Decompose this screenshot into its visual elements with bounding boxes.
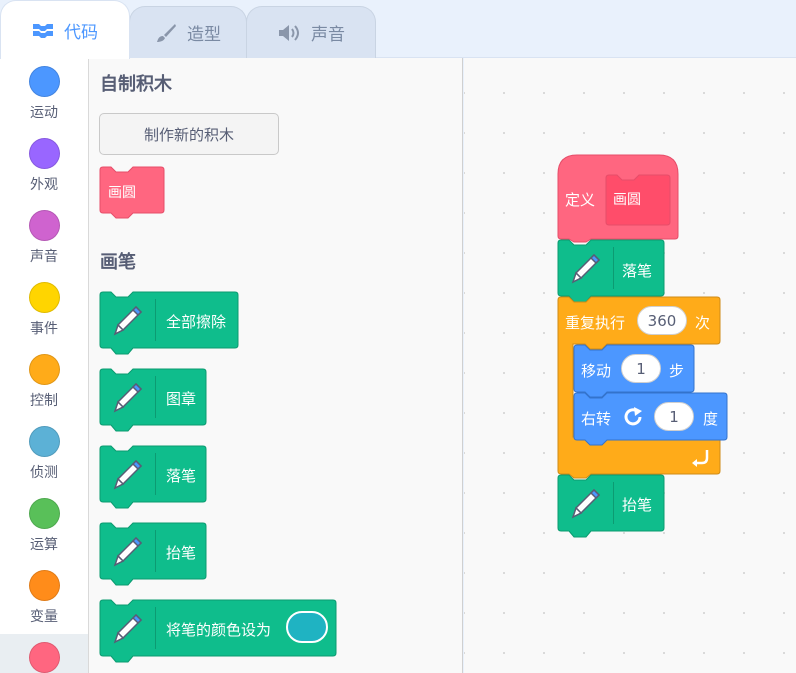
block-divider [155, 299, 156, 341]
category-control-label: 控制 [30, 393, 58, 409]
palette-pen-stamp[interactable]: 图章 [99, 368, 207, 432]
move-steps-input[interactable]: 1 [621, 354, 661, 383]
category-operators[interactable]: 运算 [0, 490, 88, 562]
palette-pen-clear-label: 全部擦除 [166, 313, 227, 331]
repeat-count-input[interactable]: 360 [637, 306, 687, 335]
palette-pen-down-label: 落笔 [166, 467, 197, 485]
category-variables-dot [28, 570, 60, 601]
category-events-dot [28, 282, 60, 313]
category-sound-label: 声音 [30, 249, 58, 265]
palette-pen-set-color-label: 将笔的颜色设为 [166, 621, 272, 639]
script-pen-down-label: 落笔 [622, 262, 653, 280]
category-events-label: 事件 [30, 321, 58, 337]
script-pen-up[interactable]: 抬笔 [557, 474, 665, 538]
category-sound[interactable]: 声音 [0, 202, 88, 274]
speaker-icon [277, 23, 301, 43]
category-variables-label: 变量 [30, 609, 58, 625]
category-sensing-label: 侦测 [30, 465, 58, 481]
category-motion-label: 运动 [30, 105, 58, 121]
editor-tabs: 代码 造型 声音 [0, 0, 796, 59]
tab-costumes[interactable]: 造型 [129, 6, 247, 58]
define-label: 定义 [565, 191, 596, 209]
tab-sounds-label: 声音 [311, 25, 345, 45]
repeat-suffix: 次 [695, 314, 711, 332]
palette-pen-stamp-label: 图章 [166, 390, 197, 408]
category-control-dot [28, 354, 60, 385]
turn-degrees-input[interactable]: 1 [654, 402, 694, 431]
category-variables[interactable]: 变量 [0, 562, 88, 634]
block-divider [155, 530, 156, 572]
define-name-label: 画圆 [613, 192, 641, 208]
pen-heading: 画笔 [100, 252, 136, 273]
define-block[interactable]: 定义 画圆 [557, 154, 681, 243]
category-my-blocks-dot [28, 642, 60, 673]
category-operators-label: 运算 [30, 537, 58, 553]
block-divider [155, 376, 156, 418]
palette-pen-up[interactable]: 抬笔 [99, 522, 207, 586]
category-motion-dot [28, 66, 60, 97]
category-sensing[interactable]: 侦测 [0, 418, 88, 490]
script-pen-up-label: 抬笔 [622, 496, 653, 514]
category-looks[interactable]: 外观 [0, 130, 88, 202]
tab-code[interactable]: 代码 [0, 0, 130, 59]
repeat-label: 重复执行 [565, 314, 626, 332]
palette-pen-down[interactable]: 落笔 [99, 445, 207, 509]
category-my-blocks[interactable] [0, 634, 88, 673]
category-motion[interactable]: 运动 [0, 58, 88, 130]
category-sound-dot [28, 210, 60, 241]
block-divider [613, 482, 614, 524]
turn-suffix: 度 [703, 410, 719, 428]
pen-color-swatch[interactable] [286, 611, 328, 643]
move-block[interactable]: 移动 1 步 [573, 344, 697, 398]
category-sensing-dot [28, 426, 60, 457]
define-name-block[interactable]: 画圆 [605, 174, 673, 226]
category-events[interactable]: 事件 [0, 274, 88, 346]
move-suffix: 步 [669, 362, 685, 380]
turn-label: 右转 [581, 410, 612, 428]
palette-pen-up-label: 抬笔 [166, 544, 197, 562]
category-looks-dot [28, 138, 60, 169]
palette-custom-block[interactable]: 画圆 [99, 166, 165, 219]
script-pen-down[interactable]: 落笔 [557, 239, 665, 303]
category-menu: 运动 外观 声音 事件 控制 侦测 运算 变量 [0, 58, 89, 673]
category-operators-dot [28, 498, 60, 529]
palette-pen-set-color[interactable]: 将笔的颜色设为 [99, 599, 337, 663]
script-workspace[interactable]: 定义 画圆 落笔 重复执行 360 次 移动 1 步 右转 1 度 抬笔 [464, 58, 796, 673]
category-control[interactable]: 控制 [0, 346, 88, 418]
move-label: 移动 [581, 362, 612, 380]
tab-sounds[interactable]: 声音 [246, 6, 376, 58]
brush-icon [155, 22, 177, 44]
tab-code-label: 代码 [64, 22, 98, 43]
make-a-block-button[interactable]: 制作新的积木 [99, 113, 279, 155]
turn-right-block[interactable]: 右转 1 度 [573, 392, 729, 446]
tab-costumes-label: 造型 [187, 25, 221, 45]
code-icon [32, 21, 54, 39]
category-looks-label: 外观 [30, 177, 58, 193]
palette-custom-block-label: 画圆 [108, 185, 136, 201]
block-divider [613, 247, 614, 289]
palette-pen-clear[interactable]: 全部擦除 [99, 291, 239, 355]
block-divider [155, 607, 156, 649]
block-divider [155, 453, 156, 495]
block-palette: 自制积木 制作新的积木 画圆 画笔 全部擦除 图章 落笔 抬笔 将笔的颜色设为 [89, 58, 463, 673]
my-blocks-heading: 自制积木 [100, 74, 172, 95]
